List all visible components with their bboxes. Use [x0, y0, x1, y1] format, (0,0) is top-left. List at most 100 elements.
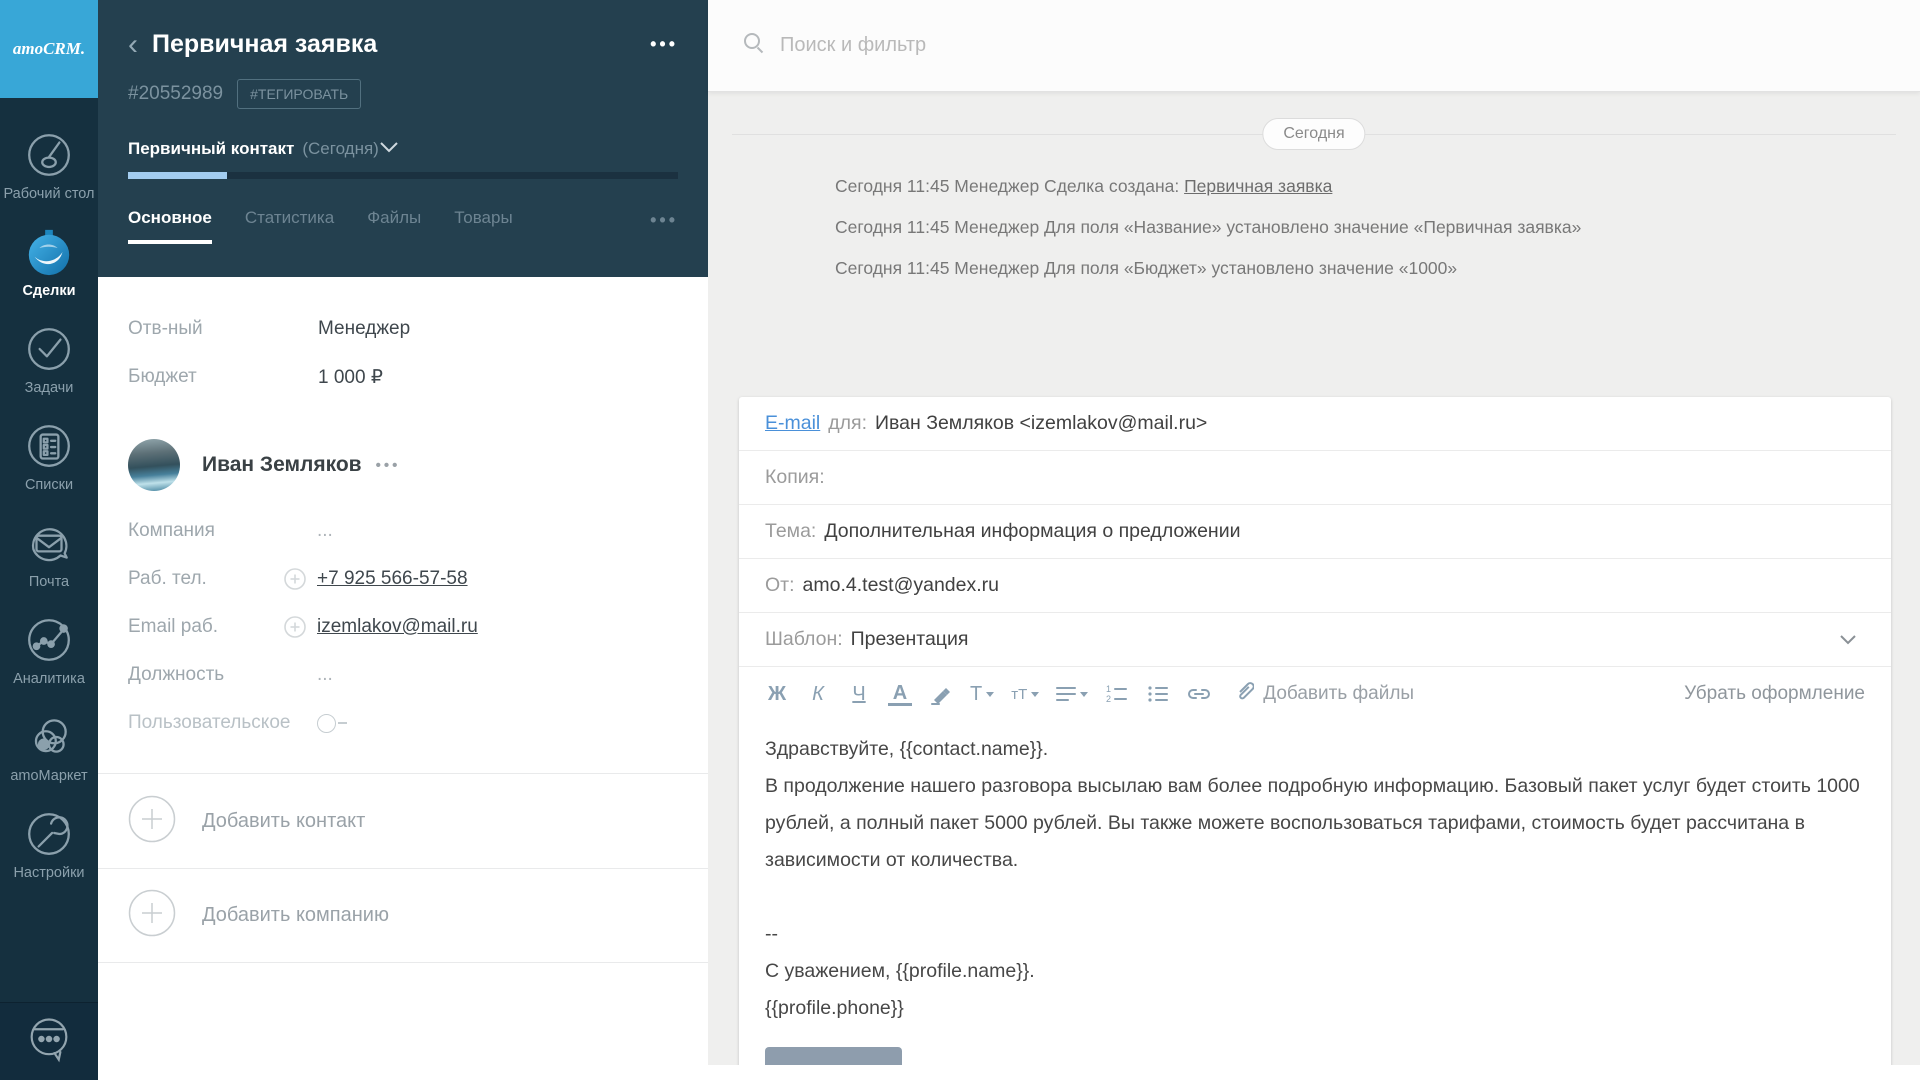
field-label: Пользовательское	[128, 712, 283, 734]
link-button[interactable]	[1187, 686, 1211, 702]
pipeline-stage[interactable]: Первичный контакт (Сегодня)	[128, 139, 678, 159]
contact-card: Иван Земляков •••	[98, 439, 708, 491]
field-value[interactable]: ...	[317, 664, 333, 686]
composer-cc-row[interactable]: Копия:	[739, 451, 1891, 505]
clear-formatting-button[interactable]: Убрать оформление	[1684, 683, 1865, 705]
field-label: Раб. тел.	[128, 568, 283, 590]
event-text: Сегодня 11:45 Менеджер Сделка создана:	[835, 176, 1184, 197]
body-line: В продолжение нашего разговора высылаю в…	[765, 768, 1865, 879]
tab-products[interactable]: Товары	[454, 196, 512, 244]
highlight-button[interactable]	[929, 683, 953, 705]
app-sidebar: amoCRM. Рабочий стол Сделки	[0, 0, 98, 1080]
stage-progress-bar	[128, 172, 678, 179]
lead-id: #20552989	[128, 83, 223, 105]
attach-files-button[interactable]: Добавить файлы	[1234, 680, 1414, 708]
sidebar-item-deals[interactable]: Сделки	[0, 215, 98, 312]
sidebar-item-label: Аналитика	[13, 670, 85, 688]
subject-value[interactable]: Дополнительная информация о предложении	[824, 520, 1240, 543]
bold-button[interactable]: Ж	[765, 683, 789, 706]
amocrm-logo[interactable]: amoCRM.	[0, 0, 98, 98]
tasks-icon	[24, 323, 74, 375]
stage-date: (Сегодня)	[302, 139, 378, 159]
search-icon	[742, 31, 766, 60]
field-value[interactable]: 1 000 ₽	[318, 366, 383, 389]
sidebar-item-label: Настройки	[13, 864, 84, 882]
field-responsible: Отв-ный Менеджер	[98, 305, 708, 353]
lists-icon	[24, 420, 74, 472]
field-label: Компания	[128, 520, 283, 542]
search-input[interactable]	[780, 34, 1680, 57]
contact-email-link[interactable]: izemlakov@mail.ru	[317, 616, 478, 638]
market-icon	[24, 711, 74, 763]
day-label: Сегодня	[1262, 118, 1365, 150]
custom-field-toggle[interactable]	[317, 714, 347, 733]
dashboard-icon	[24, 129, 74, 181]
event-item: Сегодня 11:45 Менеджер Сделка создана: П…	[835, 166, 1920, 207]
add-tag-button[interactable]: #ТЕГИРОВАТЬ	[237, 79, 361, 109]
add-company-label: Добавить компанию	[202, 904, 389, 927]
tab-files[interactable]: Файлы	[367, 196, 421, 244]
font-family-button[interactable]: T	[970, 683, 994, 706]
lead-more-menu[interactable]: •••	[650, 34, 678, 55]
add-email-icon[interactable]	[283, 615, 317, 639]
chevron-down-icon[interactable]	[379, 140, 399, 158]
template-label: Шаблон:	[765, 628, 843, 651]
to-value[interactable]: Иван Земляков <izemlakov@mail.ru>	[875, 412, 1207, 435]
tab-main[interactable]: Основное	[128, 196, 212, 244]
attach-files-label: Добавить файлы	[1263, 683, 1414, 705]
plus-circle-icon	[128, 889, 176, 942]
chevron-down-icon[interactable]	[1839, 628, 1857, 651]
ordered-list-button[interactable]: 12	[1105, 684, 1129, 704]
composer-to-row: E-mail для: Иван Земляков <izemlakov@mai…	[739, 397, 1891, 451]
sidebar-item-mail[interactable]: Почта	[0, 506, 98, 603]
sidebar-item-dashboard[interactable]: Рабочий стол	[0, 118, 98, 215]
italic-button[interactable]: К	[806, 683, 830, 706]
contact-avatar[interactable]	[128, 439, 180, 491]
deals-icon	[24, 226, 74, 278]
composer-template-row[interactable]: Шаблон: Презентация	[739, 613, 1891, 667]
field-label: Отв-ный	[128, 318, 318, 340]
back-button[interactable]: ‹	[128, 32, 138, 58]
composer-from-row[interactable]: От: amo.4.test@yandex.ru	[739, 559, 1891, 613]
tab-statistics[interactable]: Статистика	[245, 196, 334, 244]
font-size-button[interactable]: тТ	[1011, 686, 1039, 703]
font-color-button[interactable]: A	[888, 683, 912, 706]
add-phone-icon[interactable]	[283, 567, 317, 591]
lead-tabs: Основное Статистика Файлы Товары •••	[128, 196, 678, 244]
contact-phone-link[interactable]: +7 925 566-57-58	[317, 568, 468, 590]
sidebar-item-market[interactable]: amoМаркет	[0, 700, 98, 797]
email-body-editor[interactable]: Здравствуйте, {{contact.name}}. В продол…	[739, 721, 1891, 1027]
sidebar-item-analytics[interactable]: Аналитика	[0, 603, 98, 700]
add-contact-button[interactable]: Добавить контакт	[98, 773, 708, 868]
field-value[interactable]: Менеджер	[318, 318, 410, 340]
support-chat-button[interactable]	[0, 1002, 98, 1080]
align-button[interactable]	[1056, 685, 1088, 703]
plus-circle-icon	[128, 795, 176, 848]
field-value[interactable]: ...	[317, 520, 333, 542]
body-line: --	[765, 916, 1865, 953]
mail-icon	[24, 517, 74, 569]
svg-text:2: 2	[1106, 694, 1111, 704]
bullet-list-button[interactable]	[1146, 684, 1170, 704]
contact-field-custom: Пользовательское	[98, 699, 708, 747]
sidebar-nav: Рабочий стол Сделки Задачи	[0, 98, 98, 894]
sidebar-item-label: amoМаркет	[10, 767, 87, 785]
body-line: Здравствуйте, {{contact.name}}.	[765, 731, 1865, 768]
add-company-button[interactable]: Добавить компанию	[98, 868, 708, 963]
tabs-more-menu[interactable]: •••	[650, 210, 678, 231]
sidebar-item-lists[interactable]: Списки	[0, 409, 98, 506]
contact-field-work-phone: Раб. тел. +7 925 566-57-58	[98, 555, 708, 603]
contact-field-work-email: Email раб. izemlakov@mail.ru	[98, 603, 708, 651]
template-value[interactable]: Презентация	[851, 628, 969, 651]
contact-more-menu[interactable]: •••	[376, 457, 401, 474]
email-type-link[interactable]: E-mail	[765, 412, 820, 435]
from-value[interactable]: amo.4.test@yandex.ru	[803, 574, 999, 597]
to-label: для:	[828, 412, 867, 435]
underline-button[interactable]: Ч	[847, 683, 871, 706]
event-link[interactable]: Первичная заявка	[1184, 176, 1332, 197]
contact-name[interactable]: Иван Земляков	[202, 453, 362, 477]
sidebar-item-tasks[interactable]: Задачи	[0, 312, 98, 409]
sidebar-item-settings[interactable]: Настройки	[0, 797, 98, 894]
lead-header: ‹ Первичная заявка ••• #20552989 #ТЕГИРО…	[98, 0, 708, 277]
composer-subject-row[interactable]: Тема: Дополнительная информация о предло…	[739, 505, 1891, 559]
